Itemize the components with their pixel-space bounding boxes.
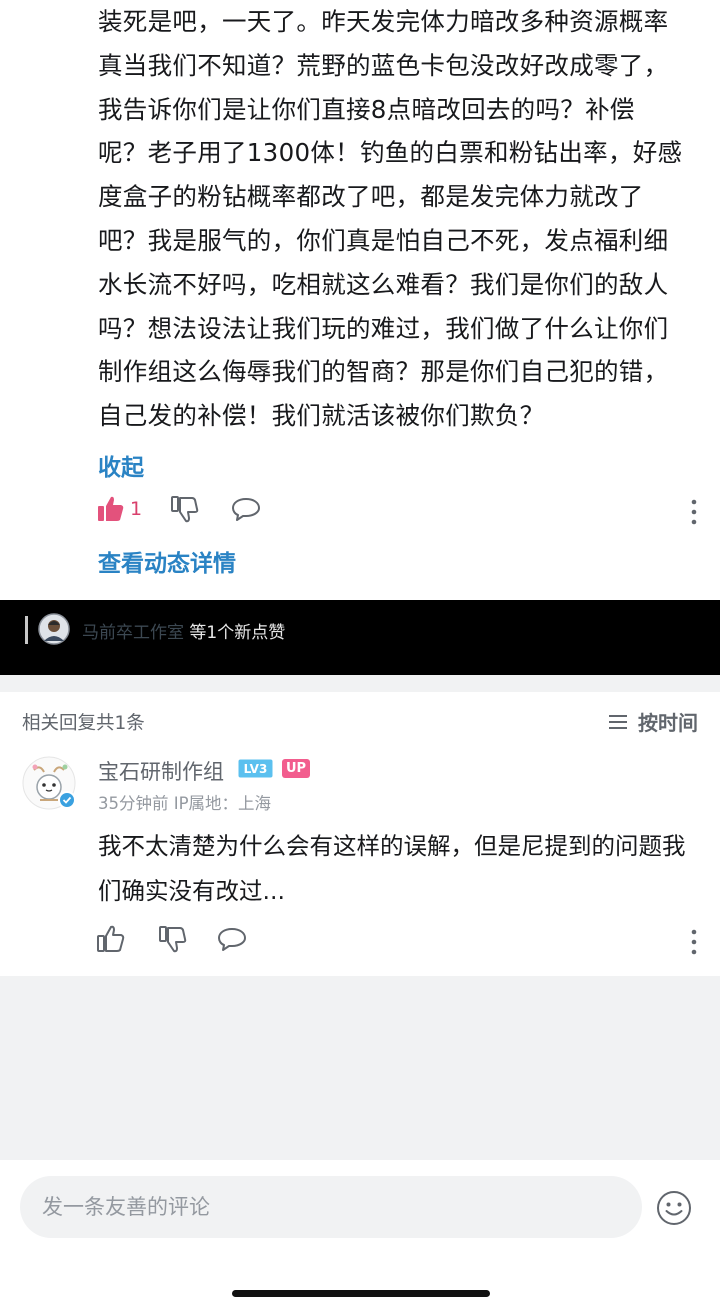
view-detail-link[interactable]: 查看动态详情 [98, 544, 236, 578]
post-line: 我告诉你们是让你们直接8点暗改回去的吗？补偿 [98, 94, 635, 124]
divider [25, 616, 28, 644]
sort-button[interactable]: 按时间 [608, 707, 698, 736]
post-line: 水长流不好吗，吃相就这么难看？我们是你们的敌人 [98, 269, 669, 299]
thumbs-up-icon [98, 496, 124, 521]
like-notification-bar[interactable]: 马前卒工作室 等1个新点赞 [0, 600, 720, 675]
reply-comment: 宝石研制作组 LV3 UP 35分钟前 IP属地：上海 我不太清楚为什么会有这样… [0, 748, 720, 976]
verified-icon [58, 791, 76, 809]
more-icon [691, 499, 697, 525]
reply-header: 相关回复共1条 按时间 [0, 692, 720, 748]
empty-area [0, 976, 720, 1160]
post-action-row: 1 [96, 494, 700, 534]
dislike-button[interactable] [170, 494, 200, 524]
dislike-button[interactable] [158, 924, 188, 954]
level-text: LV3 [244, 762, 268, 776]
sort-icon [609, 714, 627, 729]
home-indicator[interactable] [232, 1290, 490, 1297]
comment-username[interactable]: 宝石研制作组 [98, 756, 224, 786]
more-icon [691, 929, 697, 955]
like-button[interactable]: 1 [96, 494, 142, 524]
section-divider [0, 675, 720, 692]
notification-message: 等1个新点赞 [184, 623, 286, 643]
like-count: 1 [130, 498, 143, 520]
up-badge: UP [282, 759, 311, 778]
post-line: 吧？我是服气的，你们真是怕自己不死，发点福利细 [98, 225, 669, 255]
more-button[interactable] [688, 928, 700, 956]
avatar [38, 613, 70, 645]
notification-text: 马前卒工作室 等1个新点赞 [82, 618, 285, 643]
post-line: 呢？老子用了1300体！钓鱼的白票和粉钻出率，好感 [98, 138, 683, 168]
thumbs-up-icon [97, 925, 125, 952]
comment-text: 我不太清楚为什么会有这样的误解，但是尼提到的问题我们确实没有改过... [98, 832, 686, 905]
post-line: 装死是吧，一天了。昨天发完体力暗改多种资源概率 [98, 7, 669, 36]
post-line: 吗？想法设法让我们玩的难过，我们做了什么让你们 [98, 313, 669, 343]
comment-button[interactable] [216, 924, 248, 954]
post-line: 真当我们不知道？荒野的蓝色卡包没改好改成零了， [98, 50, 669, 80]
sort-label: 按时间 [638, 711, 698, 735]
post-line: 制作组这么侮辱我们的智商？那是你们自己犯的错， [98, 357, 669, 387]
thumbs-down-icon [171, 496, 199, 523]
thumbs-down-icon [159, 926, 187, 953]
comment-meta: 35分钟前 IP属地：上海 [98, 794, 272, 813]
notification-user: 马前卒工作室 [82, 623, 184, 643]
reply-count: 相关回复共1条 [22, 713, 145, 734]
comment-icon [218, 928, 246, 951]
collapse-link[interactable]: 收起 [98, 448, 144, 482]
comment-action-row [96, 924, 700, 964]
emoji-icon[interactable] [656, 1190, 692, 1226]
post-line: 自己发的补偿！我们就活该被你们欺负？ [98, 401, 545, 431]
level-badge: LV3 [238, 759, 273, 778]
more-button[interactable] [688, 498, 700, 526]
post-line: 度盒子的粉钻概率都改了吧，都是发完体力就改了 [98, 182, 644, 212]
comment-icon [232, 498, 260, 521]
comment-input[interactable]: 发一条友善的评论 [20, 1176, 642, 1238]
post-body: 装死是吧，一天了。昨天发完体力暗改多种资源概率 真当我们不知道？荒野的蓝色卡包没… [98, 0, 698, 438]
like-button[interactable] [96, 924, 126, 954]
comment-button[interactable] [230, 494, 262, 524]
